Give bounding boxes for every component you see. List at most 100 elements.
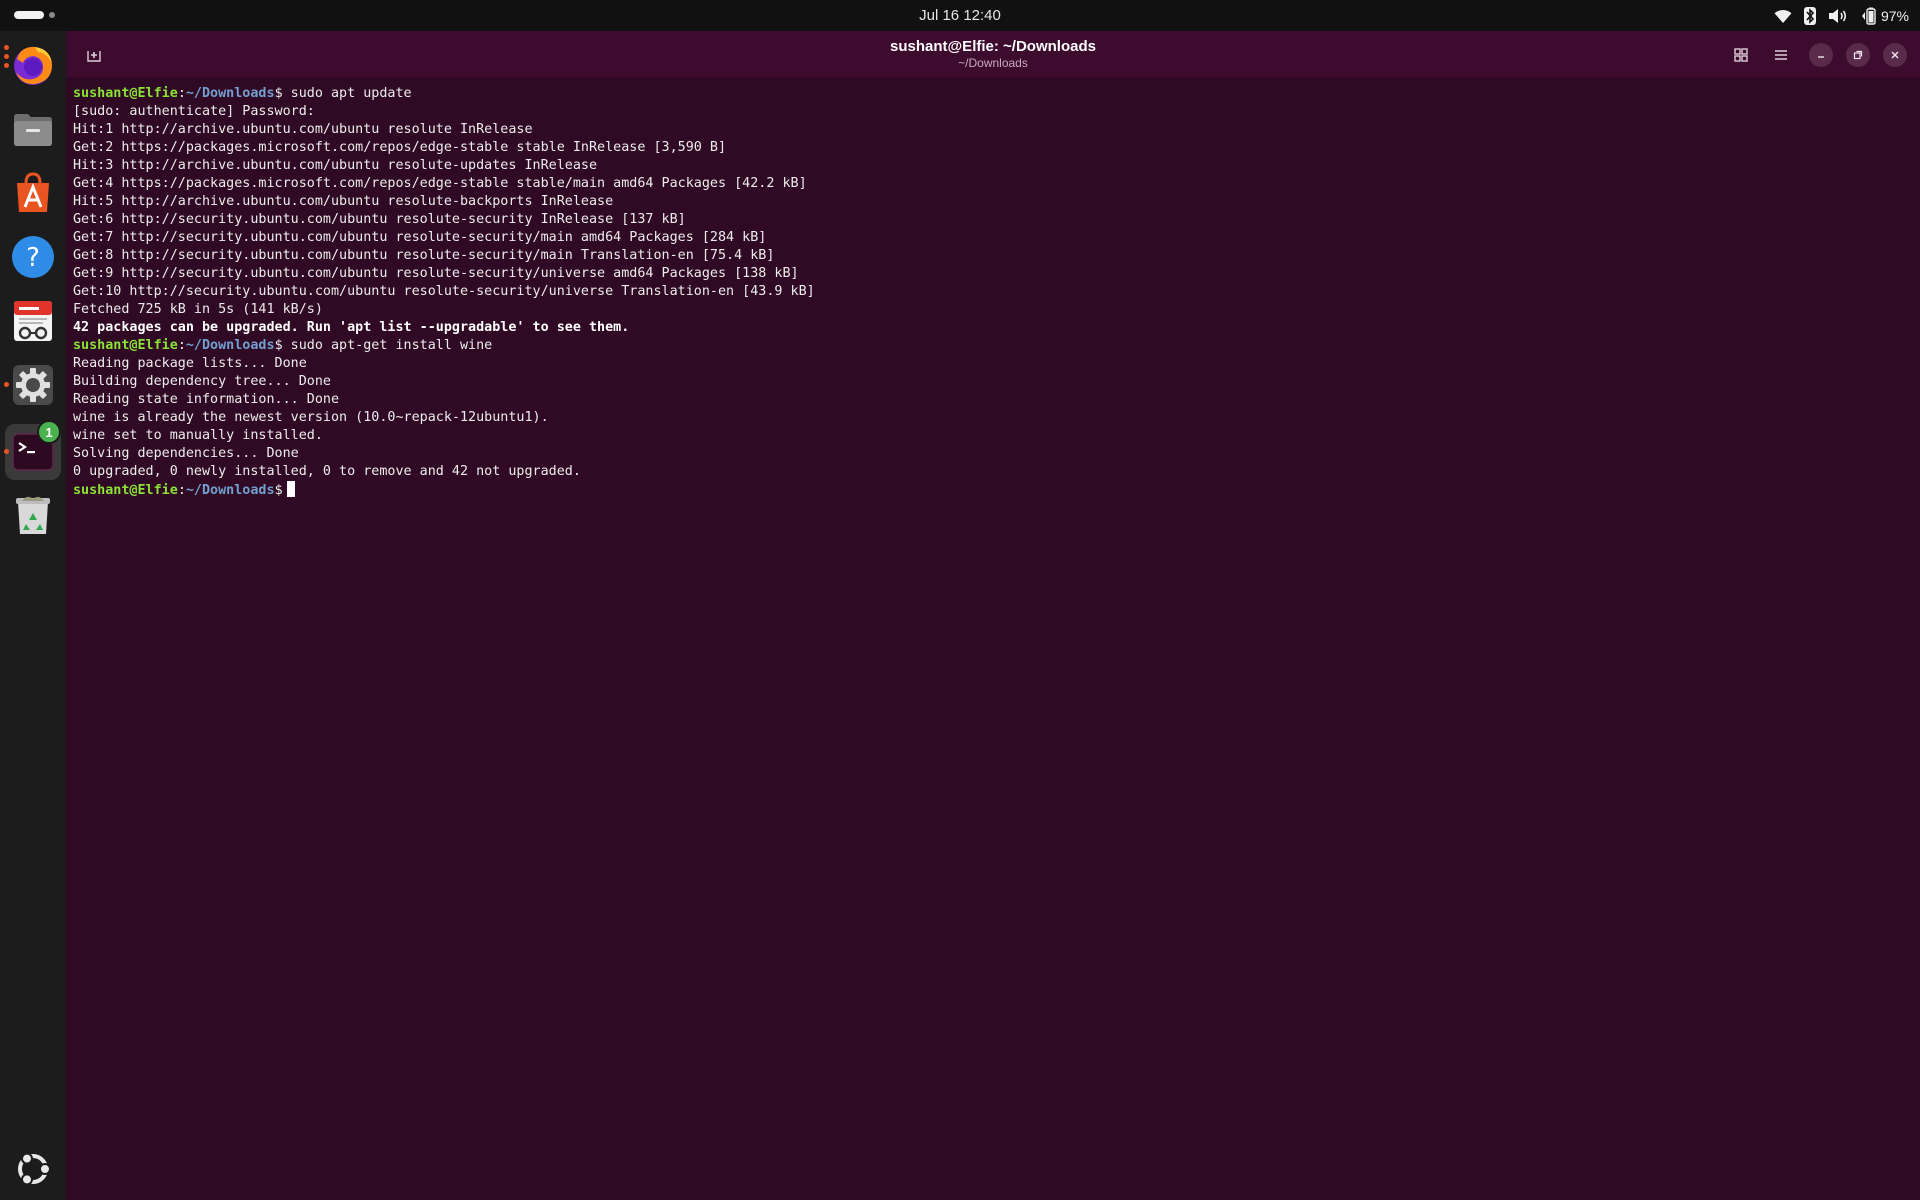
close-button[interactable] [1883, 43, 1907, 67]
running-indicator [4, 382, 9, 387]
files-icon [14, 114, 52, 146]
battery-icon [1860, 7, 1876, 25]
output-line: Building dependency tree... Done [73, 373, 1913, 391]
volume-icon [1828, 8, 1848, 24]
output-text: wine is already the newest version (10.0… [73, 410, 549, 425]
battery-percentage: 97% [1880, 8, 1909, 24]
window-title: sushant@Elfie: ~/Downloads [890, 38, 1096, 55]
output-text: Hit:1 http://archive.ubuntu.com/ubuntu r… [73, 122, 533, 137]
notification-badge: 1 [37, 420, 61, 444]
output-text: Get:4 https://packages.microsoft.com/rep… [73, 176, 807, 191]
output-line: wine set to manually installed. [73, 427, 1913, 445]
system-tray[interactable]: 97% [1774, 5, 1909, 27]
output-line: Reading state information... Done [73, 391, 1913, 409]
bluetooth-icon [1803, 7, 1816, 25]
prompt-user: sushant@Elfie [73, 483, 178, 498]
dock-item-settings[interactable] [4, 357, 61, 413]
output-line: wine is already the newest version (10.0… [73, 409, 1913, 427]
help-icon: ? [12, 236, 54, 278]
prompt-symbol: $ [274, 338, 283, 353]
minimize-icon [1818, 56, 1824, 58]
running-indicator [4, 63, 9, 68]
tab-overview-button[interactable] [1728, 42, 1754, 68]
dock-item-files[interactable] [5, 101, 61, 157]
activities-button[interactable] [14, 11, 55, 19]
top-bar: Jul 16 12:40 97% [0, 0, 1920, 31]
prompt-user: sushant@Elfie [73, 338, 178, 353]
output-line: Hit:1 http://archive.ubuntu.com/ubuntu r… [73, 121, 1913, 139]
dock-item-trash[interactable] [5, 487, 61, 543]
output-text: Get:7 http://security.ubuntu.com/ubuntu … [73, 230, 767, 245]
running-indicator [4, 449, 9, 454]
output-line: Get:9 http://security.ubuntu.com/ubuntu … [73, 265, 1913, 283]
workspace-indicator [49, 12, 55, 18]
output-text: Get:10 http://security.ubuntu.com/ubuntu… [73, 284, 815, 299]
firefox-icon [14, 46, 52, 85]
output-text: Reading state information... Done [73, 392, 340, 407]
prompt-path: ~/Downloads [185, 86, 275, 101]
grid-icon [1734, 48, 1748, 62]
command-text: sudo apt-get install wine [282, 338, 493, 353]
prompt-line: sushant@Elfie:~/Downloads$ [73, 481, 1913, 499]
new-tab-button[interactable] [80, 42, 108, 68]
trash-icon [16, 496, 50, 534]
output-text: 42 packages can be upgraded. Run 'apt li… [73, 320, 630, 335]
output-text: [sudo: authenticate] Password: [73, 104, 315, 119]
output-text: Get:6 http://security.ubuntu.com/ubuntu … [73, 212, 686, 227]
gear-icon [13, 365, 53, 405]
output-text: 0 upgraded, 0 newly installed, 0 to remo… [73, 464, 581, 479]
output-line: Get:2 https://packages.microsoft.com/rep… [73, 139, 1913, 157]
restore-icon [1853, 50, 1863, 60]
prompt-symbol: $ [274, 86, 283, 101]
menu-button[interactable] [1768, 42, 1794, 68]
close-icon [1891, 51, 1899, 59]
output-text: Hit:3 http://archive.ubuntu.com/ubuntu r… [73, 158, 598, 173]
ubuntu-logo-icon [18, 1152, 51, 1186]
app-center-icon [17, 172, 49, 212]
output-text: Hit:5 http://archive.ubuntu.com/ubuntu r… [73, 194, 614, 209]
output-text: Get:9 http://security.ubuntu.com/ubuntu … [73, 266, 799, 281]
text-cursor[interactable] [286, 481, 295, 497]
prompt-line: sushant@Elfie:~/Downloads$ sudo apt-get … [73, 337, 1913, 355]
dock-item-firefox[interactable] [4, 37, 61, 93]
output-line: [sudo: authenticate] Password: [73, 103, 1913, 121]
prompt-separator: : [177, 86, 186, 101]
output-line: Fetched 725 kB in 5s (141 kB/s) [73, 301, 1913, 319]
output-line: Hit:5 http://archive.ubuntu.com/ubuntu r… [73, 193, 1913, 211]
output-text: Reading package lists... Done [73, 356, 307, 371]
output-line: Solving dependencies... Done [73, 445, 1913, 463]
minimize-button[interactable] [1809, 43, 1833, 67]
workspace-indicator-active [14, 11, 44, 19]
dock: ? 1 [0, 31, 66, 1200]
running-indicator [4, 45, 9, 50]
new-tab-icon [87, 51, 101, 62]
output-line: Get:8 http://security.ubuntu.com/ubuntu … [73, 247, 1913, 265]
dock-item-app-center[interactable] [5, 165, 61, 221]
output-line: Get:7 http://security.ubuntu.com/ubuntu … [73, 229, 1913, 247]
terminal-output[interactable]: sushant@Elfie:~/Downloads$ sudo apt upda… [73, 85, 1913, 499]
maximize-button[interactable] [1846, 43, 1870, 67]
wifi-icon [1774, 8, 1792, 24]
dock-item-document-viewer[interactable] [5, 293, 61, 349]
title-bar[interactable]: sushant@Elfie: ~/Downloads ~/Downloads [66, 31, 1920, 79]
output-text: Get:8 http://security.ubuntu.com/ubuntu … [73, 248, 775, 263]
clock[interactable]: Jul 16 12:40 [919, 7, 1001, 24]
output-text: Fetched 725 kB in 5s (141 kB/s) [73, 302, 323, 317]
output-line: Get:4 https://packages.microsoft.com/rep… [73, 175, 1913, 193]
prompt-separator: : [177, 483, 186, 498]
output-text: Building dependency tree... Done [73, 374, 331, 389]
output-text: Get:2 https://packages.microsoft.com/rep… [73, 140, 727, 155]
output-line: 0 upgraded, 0 newly installed, 0 to remo… [73, 463, 1913, 481]
window-subtitle: ~/Downloads [958, 56, 1028, 70]
terminal-window: sushant@Elfie: ~/Downloads ~/Downloads s… [66, 31, 1920, 1200]
prompt-symbol: $ [274, 483, 283, 498]
running-indicator [4, 54, 9, 59]
dock-item-help[interactable]: ? [5, 229, 61, 285]
command-text: sudo apt update [282, 86, 412, 101]
output-text: wine set to manually installed. [73, 428, 323, 443]
document-viewer-icon [14, 301, 52, 341]
output-line: Get:6 http://security.ubuntu.com/ubuntu … [73, 211, 1913, 229]
show-apps-button[interactable] [5, 1141, 61, 1197]
dock-item-terminal[interactable]: 1 [4, 420, 61, 480]
output-line: Hit:3 http://archive.ubuntu.com/ubuntu r… [73, 157, 1913, 175]
